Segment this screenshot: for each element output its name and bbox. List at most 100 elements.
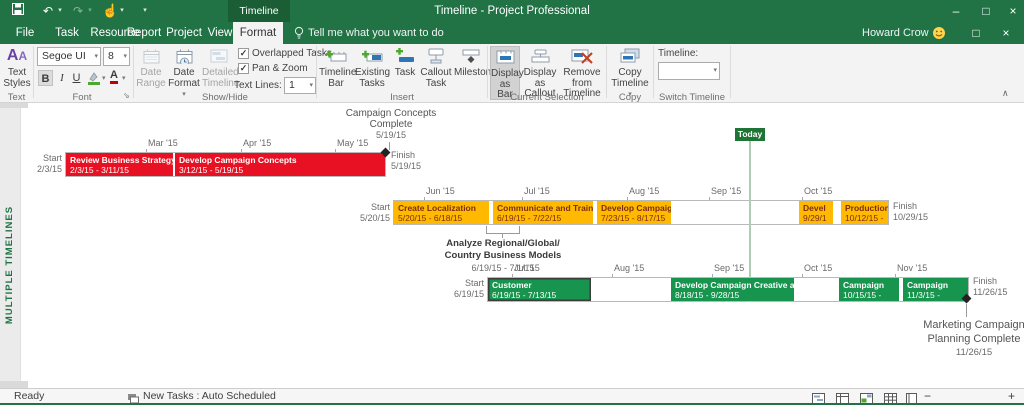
timeline-task-segment[interactable]: Production 10/12/15 - bbox=[841, 201, 888, 224]
group-separator bbox=[33, 46, 34, 98]
month-tick: Sep '15 bbox=[712, 263, 744, 274]
text-lines-label: Text Lines: bbox=[234, 80, 282, 91]
timeline-task-segment[interactable]: Devel 9/29/1 bbox=[799, 201, 833, 224]
text-styles-button[interactable]: AA Text Styles bbox=[2, 46, 32, 89]
close-file-window-button[interactable]: × bbox=[995, 22, 1017, 44]
milestone-callout[interactable]: Marketing Campaign Planning Complete 11/… bbox=[910, 318, 1024, 360]
font-name-combo[interactable]: Segoe UI▾ bbox=[37, 47, 101, 66]
existing-tasks-icon bbox=[355, 46, 389, 66]
timeline-start-label: Start 2/3/15 bbox=[18, 153, 62, 175]
pan-zoom-checkbox[interactable]: ✓ bbox=[238, 63, 249, 74]
timeline-task-segment[interactable]: Develop Campaign Concepts 3/12/15 - 5/19… bbox=[175, 153, 385, 176]
restore-file-window-button[interactable]: □ bbox=[965, 22, 987, 44]
switch-timeline-field-label: Timeline: bbox=[658, 48, 698, 59]
title-bar: ↶ ▾ ↷ ▾ ☝ ▾ ▾ Timeline - Project Profess… bbox=[0, 0, 1024, 22]
overlapped-tasks-checkbox[interactable]: ✓ bbox=[238, 48, 249, 59]
zoom-out-button[interactable]: − bbox=[924, 389, 931, 404]
tab-file[interactable]: File bbox=[8, 22, 42, 44]
background-color-dropdown[interactable]: ▾ bbox=[102, 74, 106, 82]
chevron-down-icon: ▾ bbox=[122, 75, 126, 82]
group-separator bbox=[487, 46, 488, 98]
font-color-dropdown[interactable]: ▾ bbox=[122, 74, 126, 82]
undo-button[interactable]: ↶ bbox=[40, 0, 56, 22]
close-button[interactable]: × bbox=[1002, 0, 1024, 22]
collapse-ribbon-button[interactable]: ∧ bbox=[1002, 88, 1009, 99]
switch-timeline-combo[interactable]: ▾ bbox=[658, 62, 720, 80]
month-tick: Oct '15 bbox=[802, 186, 832, 197]
tab-task[interactable]: Task bbox=[50, 22, 84, 44]
month-tick: Mar '15 bbox=[146, 138, 178, 149]
remove-from-timeline-icon bbox=[560, 46, 604, 66]
insert-task-button[interactable]: Task bbox=[392, 46, 418, 79]
chevron-down-icon: ▾ bbox=[102, 75, 106, 82]
month-tick: Jul '15 bbox=[522, 186, 550, 197]
timeline-bar-red[interactable]: Review Business Strategy 2/3/15 - 3/11/1… bbox=[65, 152, 386, 177]
timeline-task-segment[interactable]: Campaign 11/3/15 - bbox=[903, 278, 968, 301]
minimize-icon: – bbox=[953, 4, 960, 18]
timeline-task-segment[interactable]: Develop Campaign 7/23/15 - 8/17/15 bbox=[597, 201, 671, 224]
existing-tasks-button[interactable]: Existing Tasks bbox=[355, 46, 389, 89]
tab-project[interactable]: Project bbox=[162, 22, 206, 44]
detailed-timeline-button: Detailed Timeline bbox=[202, 46, 236, 89]
display-as-bar-icon bbox=[491, 47, 519, 67]
timeline-start-label: Start 6/19/15 bbox=[436, 278, 484, 300]
task-callout[interactable]: Analyze Regional/Global/ Country Busines… bbox=[442, 238, 564, 274]
timeline-bar-orange[interactable]: Create Localization 5/20/15 - 6/18/15 Co… bbox=[393, 200, 889, 225]
date-range-button: Date Range bbox=[136, 46, 166, 89]
background-color-button[interactable] bbox=[87, 71, 101, 90]
timeline-finish-label: Finish 11/26/15 bbox=[973, 276, 1007, 298]
touch-mode-icon: ☝ bbox=[102, 3, 118, 18]
chevron-down-icon: ▾ bbox=[94, 48, 98, 65]
tab-view[interactable]: View bbox=[203, 22, 237, 44]
undo-dropdown[interactable]: ▾ bbox=[56, 0, 64, 22]
user-name[interactable]: Howard Crow bbox=[862, 22, 929, 44]
callout-connector bbox=[486, 226, 487, 233]
font-color-button[interactable]: A bbox=[110, 70, 118, 84]
bold-button[interactable]: B bbox=[38, 70, 53, 86]
milestone-button[interactable]: Milestone bbox=[454, 46, 488, 79]
font-dialog-launcher[interactable]: ⇘ bbox=[123, 91, 130, 100]
save-button[interactable] bbox=[8, 0, 28, 22]
callout-task-button[interactable]: Callout Task bbox=[420, 46, 452, 89]
minimize-button[interactable]: – bbox=[945, 0, 967, 22]
timeline-task-segment[interactable]: Communicate and Train 6/19/15 - 7/22/15 bbox=[493, 201, 593, 224]
callout-connector bbox=[519, 226, 520, 233]
timeline-bar-green[interactable]: Customer 6/19/15 - 7/13/15 Develop Campa… bbox=[487, 277, 969, 302]
milestone-callout[interactable]: Campaign Concepts Complete 5/19/15 bbox=[330, 108, 452, 141]
tab-format[interactable]: Format bbox=[233, 22, 283, 44]
month-tick: Jun '15 bbox=[424, 186, 455, 197]
pan-zoom-label: Pan & Zoom bbox=[252, 63, 308, 74]
timeline-task-segment[interactable]: Develop Campaign Creative and 8/18/15 - … bbox=[671, 278, 794, 301]
redo-button: ↷ bbox=[70, 0, 86, 22]
underline-button[interactable]: U bbox=[70, 70, 83, 86]
italic-button[interactable]: I bbox=[56, 70, 68, 86]
tab-report[interactable]: Report bbox=[121, 22, 167, 44]
timeline-start-label: Start 5/20/15 bbox=[342, 202, 390, 224]
group-separator bbox=[316, 46, 317, 98]
timeline-bar-icon bbox=[319, 46, 353, 66]
maximize-button[interactable]: □ bbox=[975, 0, 997, 22]
customize-qat-button[interactable]: ▾ bbox=[140, 0, 150, 22]
month-tick: Oct '15 bbox=[802, 263, 832, 274]
check-icon: ✓ bbox=[240, 48, 248, 58]
close-icon: × bbox=[1009, 4, 1016, 18]
detailed-timeline-icon bbox=[202, 46, 236, 66]
timeline-finish-label: Finish 10/29/15 bbox=[893, 201, 928, 223]
timeline-task-segment-selected[interactable]: Customer 6/19/15 - 7/13/15 bbox=[488, 278, 591, 301]
group-label-current-selection: Current Selection bbox=[488, 92, 606, 103]
touch-mode-dropdown[interactable]: ▾ bbox=[118, 0, 126, 22]
timeline-task-segment[interactable]: Create Localization 5/20/15 - 6/18/15 bbox=[394, 201, 489, 224]
timeline-task-segment[interactable]: Campaign 10/15/15 - bbox=[839, 278, 899, 301]
window-title: Timeline - Project Professional bbox=[0, 0, 1024, 22]
month-tick: Apr '15 bbox=[241, 138, 271, 149]
new-tasks-mode-button[interactable]: New Tasks : Auto Scheduled bbox=[143, 389, 276, 404]
tell-me-box[interactable]: Tell me what you want to do bbox=[308, 22, 444, 44]
ribbon-tab-row: File Task Resource Report Project View F… bbox=[0, 22, 1024, 44]
timeline-bar-button[interactable]: Timeline Bar bbox=[319, 46, 353, 89]
zoom-in-button[interactable]: + bbox=[1008, 389, 1015, 404]
chevron-down-icon: ▾ bbox=[123, 48, 127, 65]
feedback-smiley-icon[interactable] bbox=[932, 26, 946, 45]
font-size-combo[interactable]: 8▾ bbox=[103, 47, 130, 66]
timeline-task-segment[interactable]: Review Business Strategy 2/3/15 - 3/11/1… bbox=[66, 153, 173, 176]
touch-mode-button[interactable]: ☝ bbox=[102, 0, 118, 22]
